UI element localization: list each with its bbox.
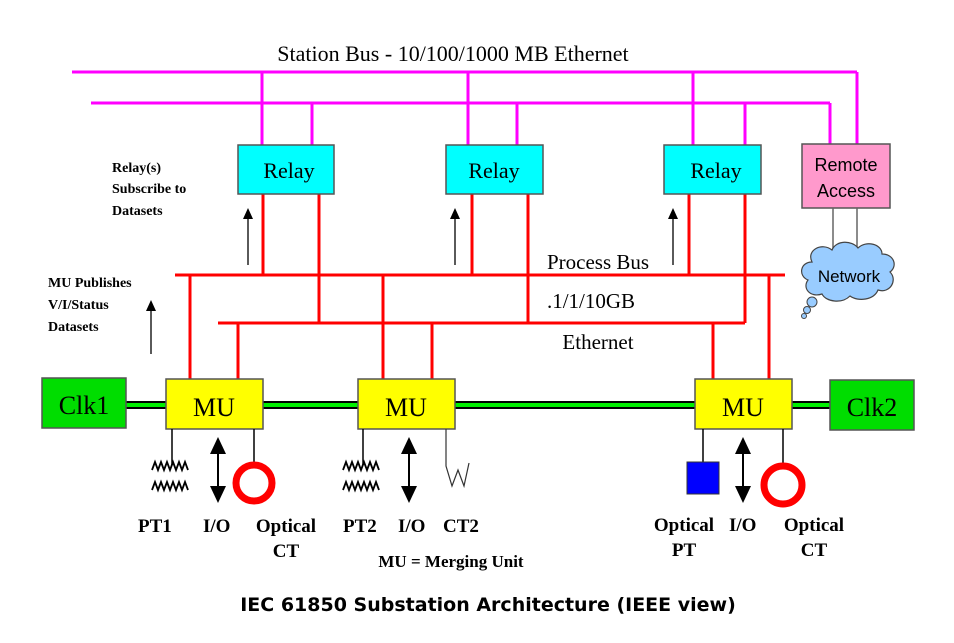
transformer-coil-icon — [151, 459, 189, 493]
optical-ct-label-line2: CT — [801, 540, 828, 561]
relay-label: Relay — [263, 158, 314, 183]
optical-pt-label-line1: Optical — [654, 515, 714, 536]
merging-unit-2[interactable]: MU — [357, 378, 456, 430]
optical-pt-square-icon — [686, 461, 720, 495]
cloud-bubble — [801, 313, 807, 319]
pt1-label: PT1 — [138, 516, 172, 537]
bidirectional-arrow-icon — [401, 437, 417, 503]
optical-pt-label-line2: PT — [672, 540, 697, 561]
up-arrow-icon — [146, 300, 156, 354]
io-label: I/O — [203, 516, 230, 537]
optical-ct-ring-icon — [760, 462, 806, 508]
up-arrow-icon — [243, 208, 253, 265]
optical-ct-ring-icon — [232, 461, 276, 505]
merging-unit-label: MU — [385, 393, 427, 422]
bidirectional-arrow-icon — [210, 437, 226, 503]
remote-access-label-line2: Access — [817, 181, 875, 201]
station-bus — [72, 70, 859, 145]
cloud-bubble — [806, 296, 818, 308]
bidirectional-arrow-icon — [735, 437, 751, 503]
process-bus-ethernet-label: Ethernet — [562, 330, 633, 354]
remote-access-label-line1: Remote — [814, 155, 877, 175]
merging-unit-legend: MU = Merging Unit — [378, 552, 524, 571]
up-arrow-icon — [668, 208, 678, 265]
pt2-label: PT2 — [343, 516, 377, 537]
relay-subscribe-line2: Subscribe to — [112, 182, 186, 197]
relay-2[interactable]: Relay — [445, 144, 544, 195]
diagram-caption: IEC 61850 Substation Architecture (IEEE … — [240, 594, 736, 616]
clock-2-label: Clk2 — [847, 393, 898, 422]
network-cloud[interactable]: Network — [801, 241, 895, 319]
mu-publishes-annotation: MU Publishes V/I/Status Datasets — [48, 276, 132, 335]
relay-1[interactable]: Relay — [237, 144, 335, 195]
io-label: I/O — [729, 515, 756, 536]
transformer-coil-icon — [342, 459, 380, 493]
optical-ct-label-line1: Optical — [256, 516, 316, 537]
io-label: I/O — [398, 516, 425, 537]
station-bus-label: Station Bus - 10/100/1000 MB Ethernet — [277, 41, 628, 66]
relay-label: Relay — [468, 158, 519, 183]
relay-subscribe-line3: Datasets — [112, 204, 163, 219]
clock-2[interactable]: Clk2 — [829, 379, 915, 431]
mu1-devices — [151, 429, 276, 505]
ct2-label: CT2 — [443, 516, 479, 537]
remote-access[interactable]: Remote Access — [801, 143, 891, 209]
optical-ct-label-line1: Optical — [784, 515, 844, 536]
relay-label: Relay — [690, 158, 741, 183]
optical-ct-label-line2: CT — [273, 541, 300, 562]
relay-3[interactable]: Relay — [663, 144, 762, 195]
merging-unit-label: MU — [722, 393, 764, 422]
process-bus — [175, 193, 785, 380]
mu2-devices — [342, 429, 470, 503]
relay-subscribe-line1: Relay(s) — [112, 161, 161, 176]
up-arrow-icon — [450, 208, 460, 265]
process-bus-speed-label: .1/1/10GB — [547, 289, 635, 313]
cloud-bubble — [803, 306, 811, 314]
mu-publishes-line3: Datasets — [48, 320, 99, 335]
process-bus-label: Process Bus — [547, 250, 649, 274]
ct-zigzag-icon — [445, 429, 470, 489]
clock-1[interactable]: Clk1 — [41, 377, 127, 429]
substation-architecture-diagram: Station Bus - 10/100/1000 MB Ethernet Pr… — [41, 41, 915, 616]
clock-1-label: Clk1 — [59, 391, 110, 420]
mu-publishes-line2: V/I/Status — [48, 298, 109, 313]
mu3-devices — [686, 429, 806, 508]
merging-unit-3[interactable]: MU — [694, 378, 793, 430]
network-label: Network — [818, 267, 881, 286]
merging-unit-1[interactable]: MU — [165, 378, 264, 430]
merging-unit-label: MU — [193, 393, 235, 422]
mu-publishes-line1: MU Publishes — [48, 276, 132, 291]
relay-subscribe-annotation: Relay(s) Subscribe to Datasets — [112, 161, 186, 219]
